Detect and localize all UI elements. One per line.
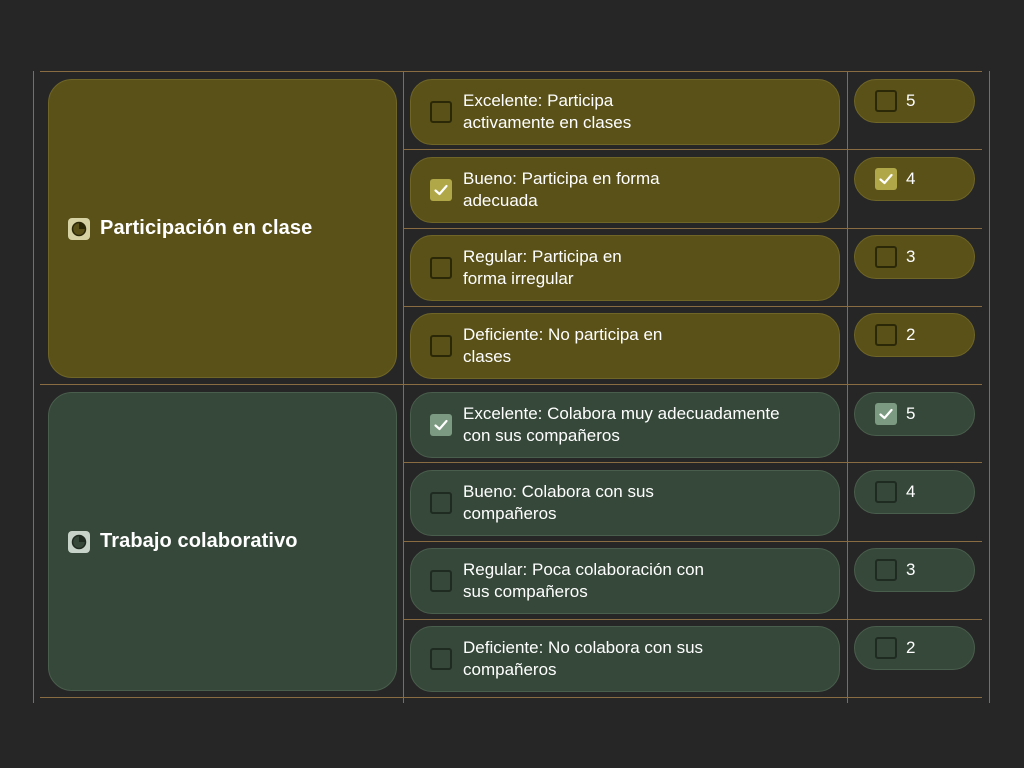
grid-line-group-divider	[40, 384, 982, 385]
level-option[interactable]: Deficiente: No colabora con sus compañer…	[410, 626, 840, 692]
checkbox[interactable]	[875, 559, 897, 581]
grid-line-row	[403, 462, 982, 463]
score-option[interactable]: 2	[854, 313, 975, 357]
checkbox-checked[interactable]	[875, 168, 897, 190]
pie-chart-icon	[68, 217, 90, 240]
score-option[interactable]: 2	[854, 626, 975, 670]
level-option[interactable]: Deficiente: No participa en clases	[410, 313, 840, 379]
grid-line-left	[33, 71, 34, 703]
score-value: 5	[906, 91, 916, 110]
grid-line-row	[403, 619, 982, 620]
grid-line-row	[403, 149, 982, 150]
criterion-participacion: Participación en clase	[48, 79, 397, 378]
score-option[interactable]: 3	[854, 235, 975, 279]
checkbox[interactable]	[875, 637, 897, 659]
pie-chart-icon	[68, 530, 90, 553]
score-option[interactable]: 5	[854, 79, 975, 123]
checkbox[interactable]	[875, 90, 897, 112]
score-option[interactable]: 4	[854, 157, 975, 201]
level-description: Regular: Poca colaboración con sus compa…	[463, 560, 704, 601]
checkbox[interactable]	[430, 570, 452, 592]
checkbox[interactable]	[875, 324, 897, 346]
level-description: Bueno: Colabora con sus compañeros	[463, 482, 654, 523]
score-option[interactable]: 3	[854, 548, 975, 592]
score-option[interactable]: 5	[854, 392, 975, 436]
grid-line-col-2	[847, 71, 848, 703]
checkbox[interactable]	[430, 335, 452, 357]
checkbox[interactable]	[875, 246, 897, 268]
level-option[interactable]: Bueno: Colabora con sus compañeros	[410, 470, 840, 536]
level-description: Regular: Participa en forma irregular	[463, 247, 622, 288]
grid-line-top	[40, 71, 982, 72]
grid-line-bottom	[40, 697, 982, 698]
checkbox-checked[interactable]	[875, 403, 897, 425]
checkbox-checked[interactable]	[430, 179, 452, 201]
score-value: 2	[906, 638, 916, 657]
score-value: 5	[906, 404, 916, 423]
grid-line-row	[403, 228, 982, 229]
grid-line-row	[403, 306, 982, 307]
checkmark-icon	[434, 184, 448, 196]
level-option[interactable]: Excelente: Participa activamente en clas…	[410, 79, 840, 145]
checkbox[interactable]	[430, 101, 452, 123]
level-option[interactable]: Regular: Poca colaboración con sus compa…	[410, 548, 840, 614]
score-value: 2	[906, 325, 916, 344]
criterion-title: Participación en clase	[100, 217, 313, 239]
grid-line-col-1	[403, 71, 404, 703]
score-value: 3	[906, 247, 916, 266]
checkmark-icon	[879, 173, 893, 185]
level-description: Excelente: Colabora muy adecuadamente co…	[463, 404, 780, 445]
checkbox[interactable]	[430, 257, 452, 279]
grid-line-right	[989, 71, 990, 703]
score-value: 4	[906, 169, 916, 188]
score-option[interactable]: 4	[854, 470, 975, 514]
score-value: 4	[906, 482, 916, 501]
checkmark-icon	[879, 408, 893, 420]
level-option[interactable]: Bueno: Participa en forma adecuada	[410, 157, 840, 223]
level-option[interactable]: Regular: Participa en forma irregular	[410, 235, 840, 301]
level-description: Excelente: Participa activamente en clas…	[463, 91, 632, 132]
level-option[interactable]: Excelente: Colabora muy adecuadamente co…	[410, 392, 840, 458]
rubric-table: Participación en clase Excelente: Partic…	[0, 0, 1024, 768]
checkmark-icon	[434, 419, 448, 431]
criterion-title: Trabajo colaborativo	[100, 530, 298, 552]
score-value: 3	[906, 560, 916, 579]
grid-line-row	[403, 541, 982, 542]
checkbox-checked[interactable]	[430, 414, 452, 436]
criterion-trabajo-colaborativo: Trabajo colaborativo	[48, 392, 397, 691]
checkbox[interactable]	[875, 481, 897, 503]
level-description: Deficiente: No participa en clases	[463, 325, 663, 366]
level-description: Bueno: Participa en forma adecuada	[463, 169, 660, 210]
checkbox[interactable]	[430, 492, 452, 514]
checkbox[interactable]	[430, 648, 452, 670]
level-description: Deficiente: No colabora con sus compañer…	[463, 638, 704, 679]
